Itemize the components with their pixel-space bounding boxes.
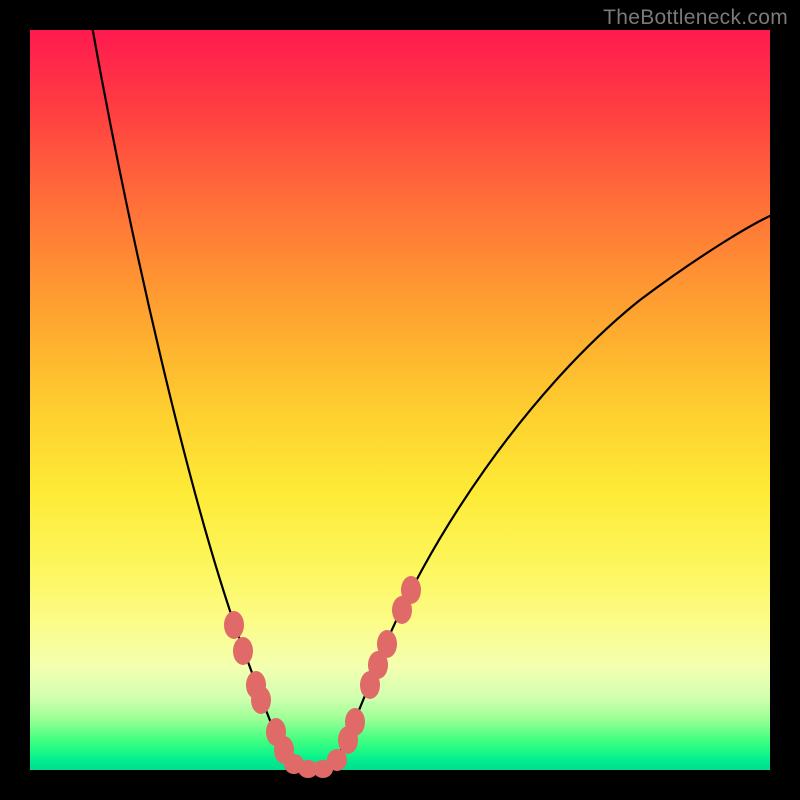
curve-marker [224,611,244,639]
curve-left-branch [90,15,302,770]
curve-marker [345,708,365,736]
plot-area [30,30,770,770]
curve-marker [377,630,397,658]
chart-frame: TheBottleneck.com [0,0,800,800]
watermark-label: TheBottleneck.com [603,6,788,30]
curve-marker [401,576,421,604]
curve-layer [30,30,770,770]
curve-marker [233,637,253,665]
marker-group [224,576,421,778]
curve-right-branch [328,215,772,770]
curve-marker [251,686,271,714]
